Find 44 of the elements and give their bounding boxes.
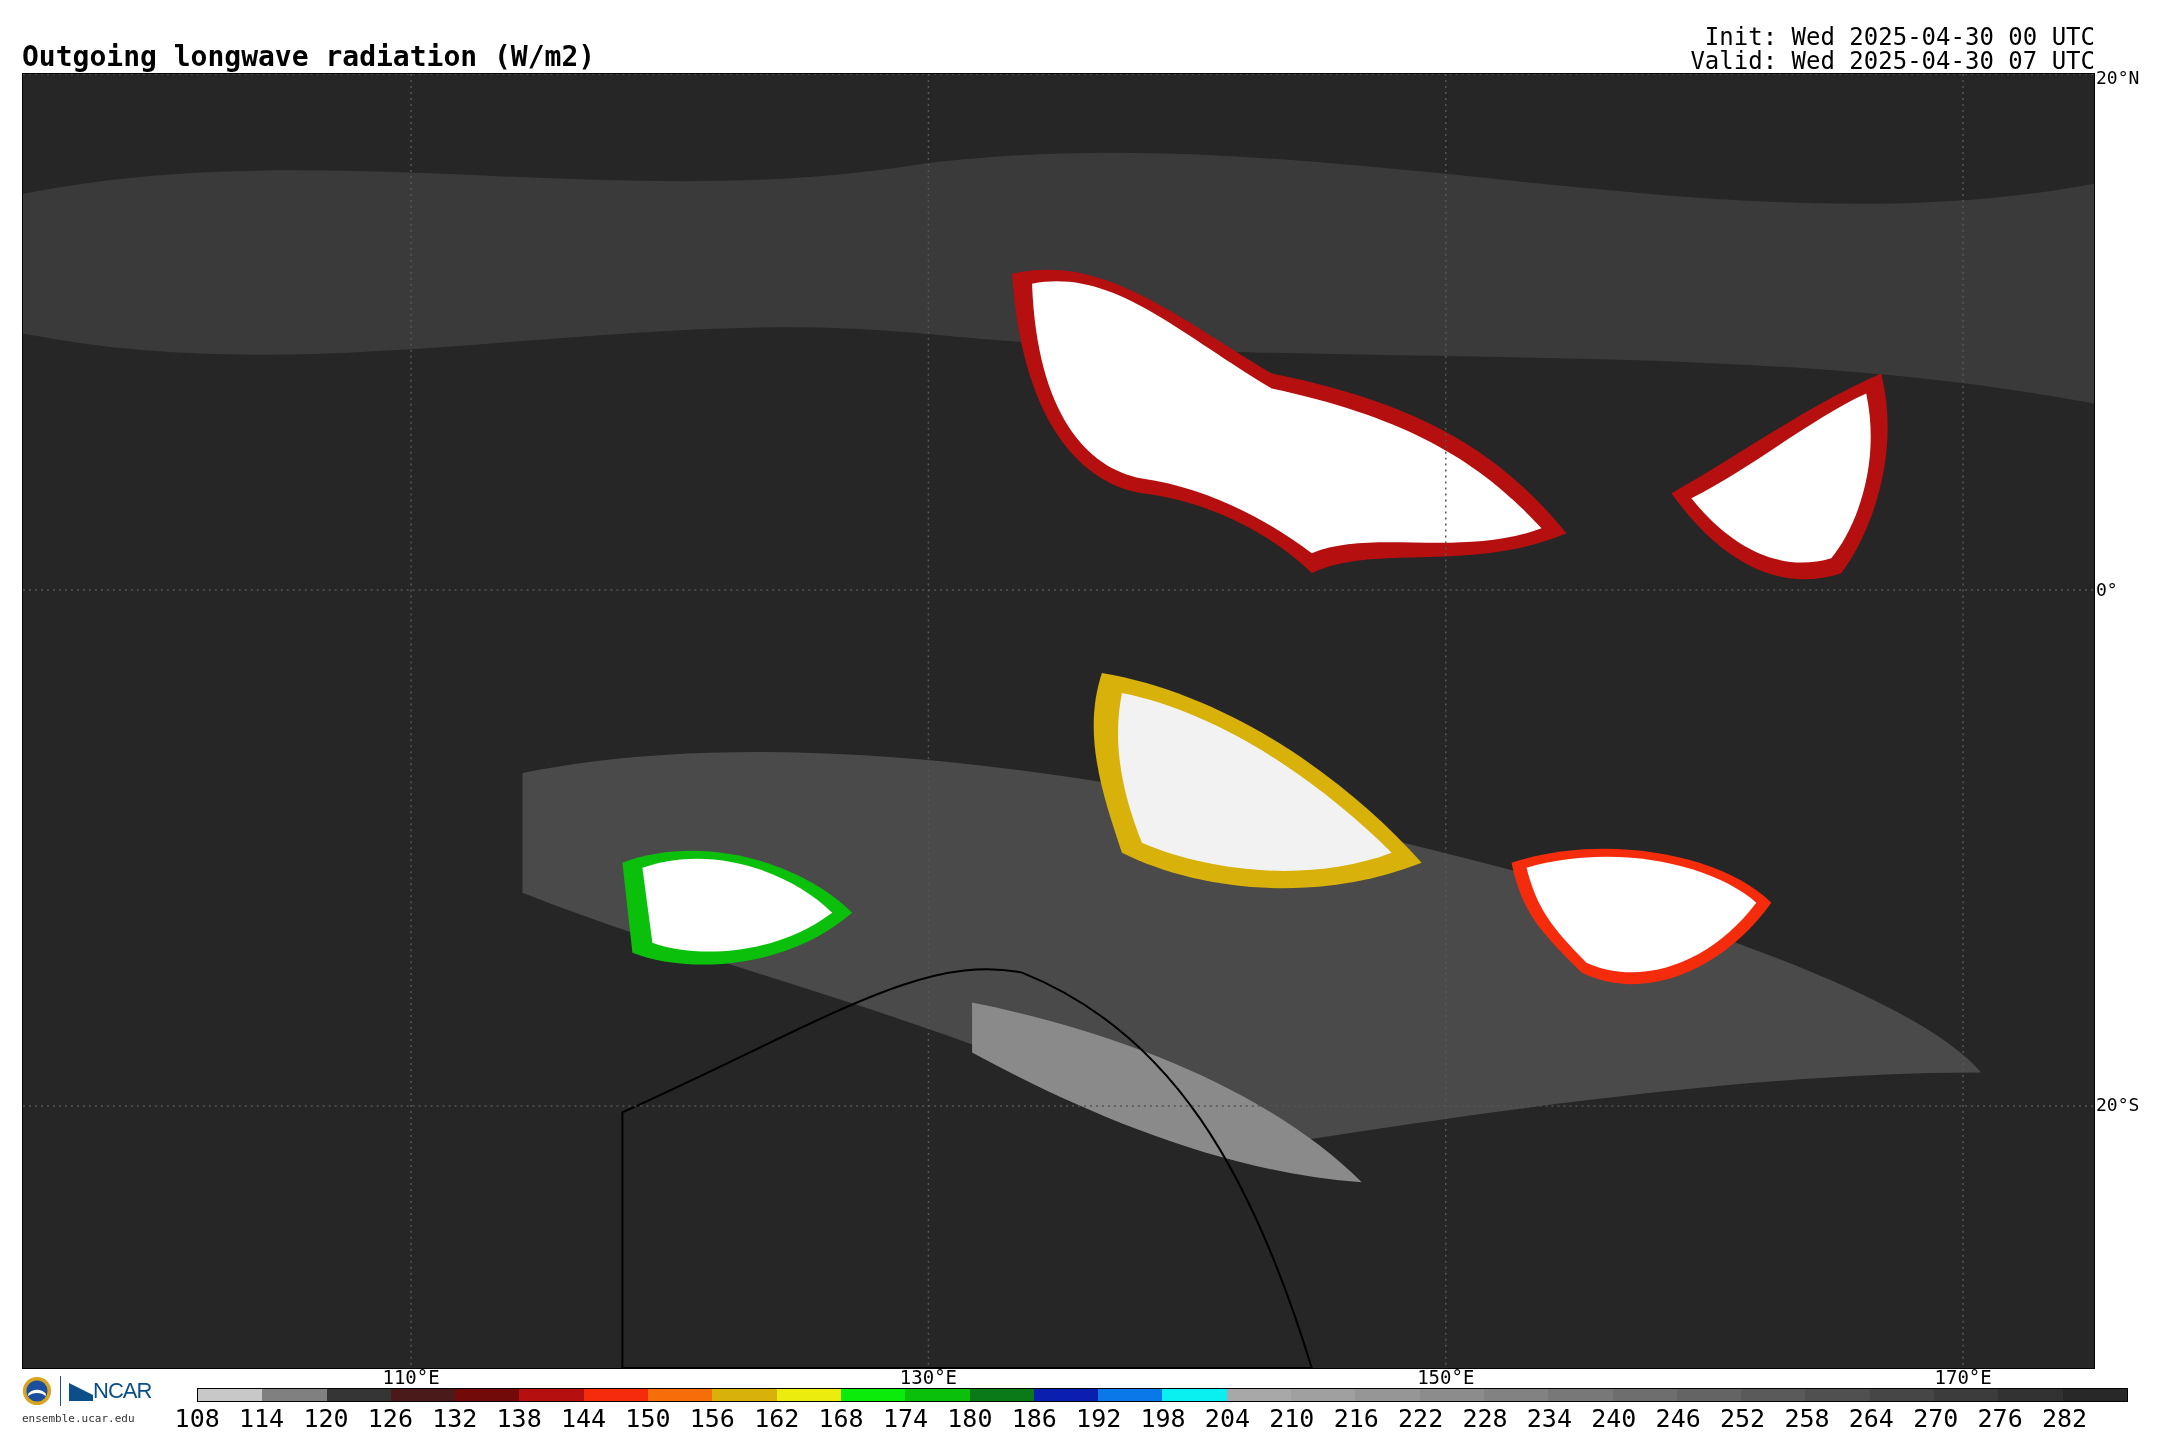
site-address: ensemble.ucar.edu [22, 1411, 136, 1427]
scale-value: 198 [1139, 1406, 1187, 1431]
longitude-label: 170°E [1934, 1368, 1992, 1387]
scale-value: 186 [1010, 1406, 1058, 1431]
scale-value: 258 [1783, 1406, 1831, 1431]
scale-value: 216 [1332, 1406, 1380, 1431]
latitude-label: 20°S [2095, 1096, 2140, 1115]
scale-value: 156 [688, 1406, 736, 1431]
longitude-label: 150°E [1417, 1368, 1475, 1387]
scale-value: 270 [1912, 1406, 1960, 1431]
scale-value: 144 [559, 1406, 608, 1431]
scale-value: 120 [302, 1406, 350, 1431]
scale-value: 126 [366, 1406, 414, 1431]
scale-value: 252 [1719, 1406, 1767, 1431]
scale-value: 246 [1654, 1406, 1702, 1431]
scale-value: 210 [1268, 1406, 1316, 1431]
scale-value: 138 [495, 1406, 543, 1431]
scale-value: 108 [173, 1406, 221, 1431]
scale-value: 234 [1525, 1406, 1573, 1431]
scale-value: 180 [946, 1406, 994, 1431]
init-time: Init: Wed 2025-04-30 00 UTC [1704, 25, 2095, 49]
valid-time: Valid: Wed 2025-04-30 07 UTC [1690, 49, 2095, 73]
scale-value: 222 [1397, 1406, 1445, 1431]
latitude-label: 20°N [2095, 68, 2140, 87]
longitude-label: 130°E [899, 1368, 958, 1387]
scale-value: 162 [753, 1406, 801, 1431]
scale-value: 168 [817, 1406, 865, 1431]
scale-value: 192 [1075, 1406, 1123, 1431]
globe-logo-icon [22, 1375, 52, 1406]
chart-title: Outgoing longwave radiation (W/m2) [22, 43, 596, 71]
scale-value: 228 [1461, 1406, 1509, 1431]
scale-value: 150 [624, 1406, 672, 1431]
latitude-label: 0° [2095, 580, 2118, 599]
scale-value: 204 [1203, 1406, 1251, 1431]
longitude-label: 110°E [382, 1368, 440, 1387]
scale-value: 114 [238, 1406, 286, 1431]
scale-value: 276 [1976, 1406, 2024, 1431]
scale-value: 282 [2040, 1406, 2089, 1431]
scale-value: 264 [1847, 1406, 1895, 1431]
scale-value: 132 [431, 1406, 479, 1431]
scale-value: 174 [881, 1406, 930, 1431]
org-name: NCAR [93, 1377, 152, 1405]
scale-value: 240 [1590, 1406, 1638, 1431]
mountain-logo-icon [69, 1380, 93, 1401]
